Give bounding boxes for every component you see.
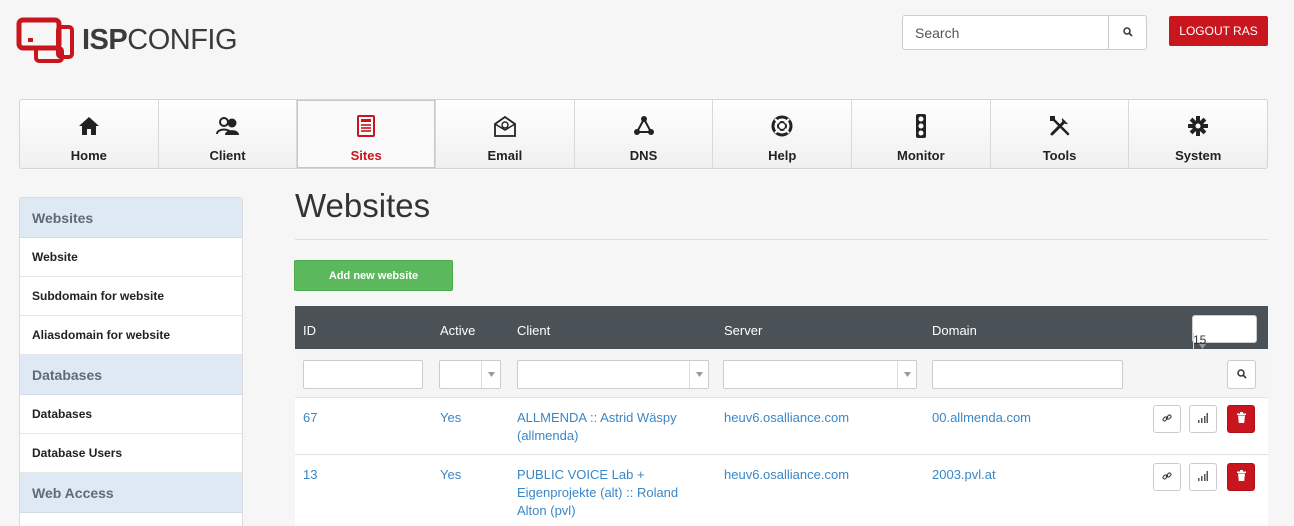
sidebar-item-subdomain[interactable]: Subdomain for website <box>20 277 242 316</box>
logo-text: ISPCONFIG <box>82 23 238 56</box>
table-header: ID Active Client Server Domain 15 <box>295 306 1268 359</box>
delete-button[interactable] <box>1227 405 1255 433</box>
open-link-button[interactable] <box>1153 463 1181 491</box>
nav-client[interactable]: Client <box>159 100 298 168</box>
delete-button[interactable] <box>1227 463 1255 491</box>
nav-help[interactable]: Help <box>713 100 853 168</box>
cell-id[interactable]: 13 <box>303 466 317 484</box>
sidebar-item-databases[interactable]: Databases <box>20 395 242 434</box>
table-row[interactable]: 13 Yes PUBLIC VOICE Lab + Eigenprojekte … <box>295 455 1268 526</box>
cell-domain[interactable]: 00.allmenda.com <box>932 409 1031 427</box>
nav-sites[interactable]: Sites <box>297 100 437 168</box>
nav-monitor[interactable]: Monitor <box>852 100 991 168</box>
logo-monitor-icon <box>16 17 76 63</box>
cell-client[interactable]: PUBLIC VOICE Lab + Eigenprojekte (alt) :… <box>517 466 707 520</box>
sidebar-section-databases: Databases <box>20 355 242 395</box>
trash-icon <box>1236 410 1246 428</box>
filter-active-select[interactable] <box>439 360 501 389</box>
tools-icon <box>1049 114 1071 138</box>
filter-client-select[interactable] <box>517 360 709 389</box>
column-header-id[interactable]: ID <box>303 323 316 338</box>
chevron-down-icon <box>481 361 500 388</box>
page-title: Websites <box>295 187 431 224</box>
home-icon <box>78 114 100 138</box>
table-row[interactable]: 67 Yes ALLMENDA :: Astrid Wäspy (allmend… <box>295 398 1268 455</box>
cell-active[interactable]: Yes <box>440 409 461 427</box>
link-icon <box>1162 468 1172 486</box>
search-icon <box>1122 24 1133 42</box>
cell-server[interactable]: heuv6.osalliance.com <box>724 466 849 484</box>
open-link-button[interactable] <box>1153 405 1181 433</box>
column-header-active[interactable]: Active <box>440 323 475 338</box>
search-icon <box>1236 366 1247 384</box>
sidebar: Websites Website Subdomain for website A… <box>19 197 243 526</box>
cell-domain[interactable]: 2003.pvl.at <box>932 466 996 484</box>
sidebar-section-websites: Websites <box>20 198 242 238</box>
filter-server-select[interactable] <box>723 360 917 389</box>
search-button[interactable] <box>1108 16 1146 49</box>
filter-row <box>295 349 1268 398</box>
cell-server[interactable]: heuv6.osalliance.com <box>724 409 849 427</box>
sidebar-section-web-access: Web Access <box>20 473 242 513</box>
nav-email[interactable]: Email <box>436 100 575 168</box>
traffic-light-icon <box>915 114 927 138</box>
column-header-domain[interactable]: Domain <box>932 323 977 338</box>
logout-button[interactable]: LOGOUT RAS <box>1169 16 1268 46</box>
gear-icon <box>1187 114 1209 138</box>
per-page-select[interactable]: 15 <box>1192 315 1257 359</box>
dns-icon <box>633 114 655 138</box>
cell-active[interactable]: Yes <box>440 466 461 484</box>
bar-chart-icon <box>1198 410 1208 428</box>
email-icon <box>493 114 516 138</box>
sidebar-item-website[interactable]: Website <box>20 238 242 277</box>
sites-icon <box>357 114 376 138</box>
nav-system[interactable]: System <box>1129 100 1267 168</box>
add-website-button[interactable]: Add new website <box>294 260 453 291</box>
column-header-server[interactable]: Server <box>724 323 762 338</box>
chevron-down-icon <box>897 361 916 388</box>
filter-search-button[interactable] <box>1227 360 1256 389</box>
cell-id[interactable]: 67 <box>303 409 317 427</box>
trash-icon <box>1236 468 1246 486</box>
search-input[interactable] <box>903 16 1108 49</box>
users-icon <box>215 114 240 138</box>
websites-table: ID Active Client Server Domain 15 67 Yes <box>295 306 1268 526</box>
nav-tools[interactable]: Tools <box>991 100 1130 168</box>
column-header-client[interactable]: Client <box>517 323 550 338</box>
logo[interactable]: ISPCONFIG <box>16 17 238 63</box>
cell-client[interactable]: ALLMENDA :: Astrid Wäspy (allmenda) <box>517 409 712 445</box>
statistics-button[interactable] <box>1189 463 1217 491</box>
search-box <box>902 15 1147 50</box>
top-navigation: Home Client Sites Email DNS Help Monitor… <box>19 99 1268 169</box>
link-icon <box>1162 410 1172 428</box>
filter-domain-input[interactable] <box>932 360 1123 389</box>
sidebar-item-aliasdomain[interactable]: Aliasdomain for website <box>20 316 242 355</box>
sidebar-item-database-users[interactable]: Database Users <box>20 434 242 473</box>
title-divider <box>295 239 1268 240</box>
filter-id-input[interactable] <box>303 360 423 389</box>
bar-chart-icon <box>1198 468 1208 486</box>
nav-dns[interactable]: DNS <box>575 100 714 168</box>
statistics-button[interactable] <box>1189 405 1217 433</box>
chevron-down-icon <box>689 361 708 388</box>
lifebuoy-icon <box>771 114 793 138</box>
nav-home[interactable]: Home <box>20 100 159 168</box>
